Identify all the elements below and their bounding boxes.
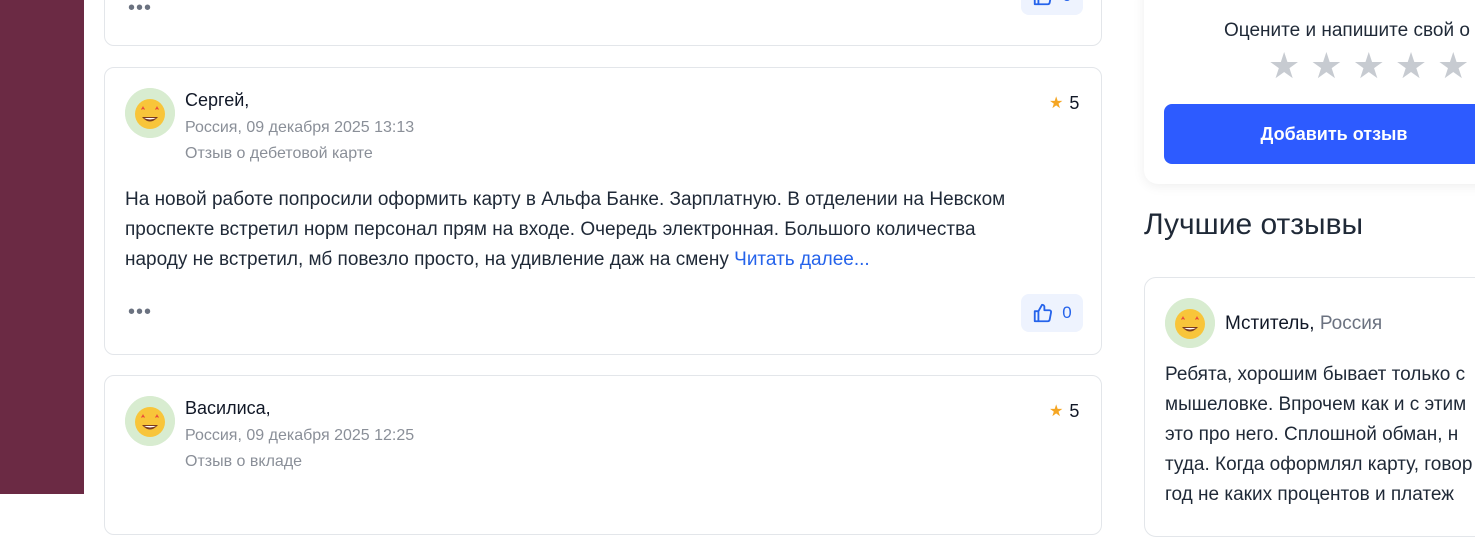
review-text-line: это про него. Сплошной обман, н — [1165, 424, 1459, 445]
star-1-icon[interactable]: ★ — [1268, 48, 1300, 84]
review-location-date: Россия, 09 декабря 2025 12:25 — [185, 427, 415, 444]
review-card-partial: ••• 0 — [104, 0, 1102, 46]
like-button[interactable]: 0 — [1021, 294, 1083, 332]
author-name: Мститель, — [1225, 313, 1315, 334]
review-location-date: Россия, 09 декабря 2025 13:13 — [185, 119, 415, 136]
star-3-icon[interactable]: ★ — [1353, 48, 1385, 84]
review-text-line: год не каких процентов и платеж — [1165, 484, 1454, 505]
review-text-line: народу не встретил, мб повезло просто, н… — [125, 245, 1055, 275]
like-button[interactable]: 0 — [1021, 0, 1083, 15]
review-subject[interactable]: Отзыв о вкладе — [185, 453, 302, 471]
rating-stars-input[interactable]: ★ ★ ★ ★ ★ — [1268, 48, 1469, 84]
star-struck-emoji-icon — [125, 88, 175, 138]
review-text-line: мышеловке. Впрочем как и с этим — [1165, 394, 1467, 415]
more-options-button[interactable]: ••• — [128, 301, 152, 324]
review-card: Сергей, Россия, 09 декабря 2025 13:13 От… — [104, 67, 1102, 355]
review-text-line: проспекте встретил норм персонал прям на… — [125, 219, 976, 240]
star-5-icon[interactable]: ★ — [1437, 48, 1469, 84]
star-icon: ★ — [1049, 402, 1064, 420]
review-text-line: На новой работе попросили оформить карту… — [125, 189, 1006, 210]
review-rating: ★ 5 — [1049, 93, 1079, 114]
avatar — [1165, 298, 1215, 348]
review-rating: ★ 5 — [1049, 401, 1079, 422]
avatar — [125, 88, 175, 138]
review-text-line: Ребята, хорошим бывает только с — [1165, 364, 1466, 385]
best-review-text: Ребята, хорошим бывает только с мышеловк… — [1165, 360, 1475, 510]
rate-prompt: Оцените и напишите свой о — [1224, 20, 1470, 41]
thumbs-up-icon — [1032, 0, 1054, 7]
review-card: Василиса, Россия, 09 декабря 2025 12:25 … — [104, 375, 1102, 535]
star-2-icon[interactable]: ★ — [1310, 48, 1342, 84]
rating-value: 5 — [1069, 401, 1080, 421]
like-count: 0 — [1062, 303, 1072, 322]
review-text: На новой работе попросили оформить карту… — [125, 185, 1055, 275]
read-more-link[interactable]: Читать далее... — [734, 249, 870, 270]
best-reviews-title: Лучшие отзывы — [1144, 208, 1364, 241]
avatar — [125, 396, 175, 446]
star-struck-emoji-icon — [125, 396, 175, 446]
star-4-icon[interactable]: ★ — [1395, 48, 1427, 84]
best-review-card[interactable]: Мститель, Россия Ребята, хорошим бывает … — [1144, 277, 1475, 537]
rating-value: 5 — [1069, 93, 1080, 113]
like-count: 0 — [1062, 0, 1071, 6]
best-review-author: Мститель, Россия — [1225, 313, 1382, 335]
author-name: Василиса, — [185, 398, 271, 418]
add-review-button[interactable]: Добавить отзыв — [1164, 104, 1475, 164]
review-text-line-content: народу не встретил, мб повезло просто, н… — [125, 249, 735, 270]
author-name: Сергей, — [185, 90, 250, 110]
thumbs-up-icon — [1032, 302, 1054, 324]
left-decorative-band — [0, 0, 84, 494]
star-struck-emoji-icon — [1165, 298, 1215, 348]
review-subject[interactable]: Отзыв о дебетовой карте — [185, 145, 373, 163]
author-country: Россия — [1314, 313, 1383, 334]
star-icon: ★ — [1049, 94, 1064, 112]
more-options-button[interactable]: ••• — [128, 0, 152, 20]
rate-panel: Оцените и напишите свой о ★ ★ ★ ★ ★ Доба… — [1144, 0, 1475, 184]
review-text-line: туда. Когда оформлял карту, говор — [1165, 454, 1473, 475]
